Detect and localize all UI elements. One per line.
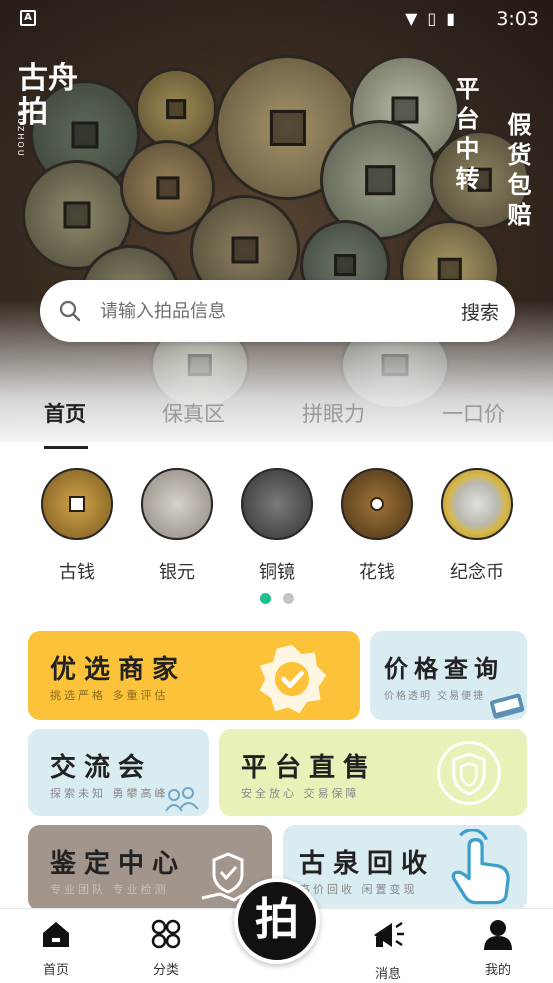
calculator-icon: [489, 693, 525, 719]
coin-image: [135, 68, 217, 150]
category-label: 铜镜: [259, 562, 295, 583]
card-title: 古泉回收: [299, 849, 436, 879]
search-button[interactable]: 搜索: [461, 298, 499, 325]
card-title: 价格查询: [384, 654, 504, 683]
nav-message-label: 消息: [374, 967, 401, 982]
active-tab-indicator: [44, 446, 88, 449]
status-time: 3:03: [496, 8, 539, 30]
card-subtitle: 价格透明 交易便捷: [384, 691, 486, 702]
nav-mine[interactable]: 我的: [458, 917, 538, 978]
card-preferred-merchants[interactable]: 优选商家 挑选严格 多重评估: [28, 631, 360, 720]
bronze-mirror-icon: [241, 468, 313, 540]
tab-fixed-price[interactable]: 一口价: [442, 398, 505, 428]
shield-icon: [437, 741, 501, 805]
card-exchange[interactable]: 交流会 探索未知 勇攀高峰: [28, 729, 209, 816]
category-ancient-coin[interactable]: 古钱: [32, 462, 122, 584]
carousel-dot-active[interactable]: [259, 593, 271, 604]
user-icon: [484, 920, 512, 950]
card-title: 鉴定中心: [50, 849, 187, 879]
card-title: 优选商家: [50, 655, 187, 685]
logo-small-text: GUZHOU: [16, 110, 25, 158]
card-subtitle: 高价回收 闲置变现: [299, 883, 418, 896]
card-subtitle: 专业团队 专业检测: [50, 883, 169, 896]
category-silver-dollar[interactable]: 银元: [132, 462, 222, 584]
search-bar: 搜索: [40, 280, 515, 342]
logo-text: 古舟拍: [18, 61, 78, 130]
card-subtitle: 探索未知 勇攀高峰: [50, 787, 169, 800]
category-grid-icon: [151, 919, 181, 949]
carousel-dots: [0, 589, 553, 608]
card-coin-recycling[interactable]: 古泉回收 高价回收 闲置变现: [283, 825, 527, 911]
card-subtitle: 安全放心 交易保障: [241, 787, 360, 800]
carousel-dot[interactable]: [282, 593, 294, 604]
card-title: 平台直售: [241, 753, 378, 783]
community-icon: [165, 787, 199, 812]
nav-home[interactable]: 首页: [16, 917, 96, 978]
brand-logo: 古舟拍 GUZHOU: [12, 61, 88, 158]
megaphone-icon: [374, 921, 404, 947]
category-flower-coin[interactable]: 花钱: [332, 462, 422, 584]
flower-coin-icon: [341, 468, 413, 540]
tab-home[interactable]: 首页: [44, 398, 86, 428]
category-label: 银元: [159, 562, 195, 583]
hero-banner: A ▼▯▮ 3:03 古舟拍 GUZHOU 平台中转 假货包赔 搜索: [0, 0, 553, 442]
card-direct-sale[interactable]: 平台直售 安全放心 交易保障: [219, 729, 527, 816]
category-label: 花钱: [359, 562, 395, 583]
search-input[interactable]: [100, 298, 420, 324]
category-row: 古钱 银元 铜镜 花钱 纪念币: [0, 462, 553, 592]
app-root: A ▼▯▮ 3:03 古舟拍 GUZHOU 平台中转 假货包赔 搜索 首页 保真…: [0, 0, 553, 983]
hero-slogan-2: 假货包赔: [503, 112, 532, 232]
card-appraisal-center[interactable]: 鉴定中心 专业团队 专业检测: [28, 825, 272, 911]
nav-home-label: 首页: [42, 963, 69, 978]
status-bar: A ▼▯▮ 3:03: [0, 0, 553, 38]
verified-badge-icon: [259, 644, 327, 714]
nav-category-label: 分类: [152, 963, 179, 978]
category-label: 古钱: [59, 562, 95, 583]
auction-center-button[interactable]: 拍: [234, 878, 320, 964]
category-bronze-mirror[interactable]: 铜镜: [232, 462, 322, 584]
nav-message[interactable]: 消息: [348, 917, 428, 982]
tab-authentic[interactable]: 保真区: [162, 398, 225, 428]
tap-hand-icon: [451, 829, 510, 905]
hero-slogan-1: 平台中转: [451, 76, 480, 196]
category-commemorative-coin[interactable]: 纪念币: [432, 462, 522, 584]
app-notification-icon: A: [20, 10, 36, 26]
category-label: 纪念币: [450, 562, 504, 583]
commemorative-coin-icon: [441, 468, 513, 540]
silver-dollar-icon: [141, 468, 213, 540]
card-title: 交流会: [50, 753, 153, 783]
tab-eyesight[interactable]: 拼眼力: [302, 398, 365, 428]
top-tabs: 首页 保真区 拼眼力 一口价: [0, 398, 553, 442]
status-icons: ▼▯▮: [405, 9, 465, 28]
card-price-query[interactable]: 价格查询 价格透明 交易便捷: [370, 631, 527, 720]
nav-mine-label: 我的: [484, 963, 511, 978]
ancient-coin-icon: [41, 468, 113, 540]
home-icon: [43, 922, 69, 947]
search-icon: [59, 300, 81, 322]
card-subtitle: 挑选严格 多重评估: [50, 689, 169, 702]
nav-category[interactable]: 分类: [126, 917, 206, 978]
